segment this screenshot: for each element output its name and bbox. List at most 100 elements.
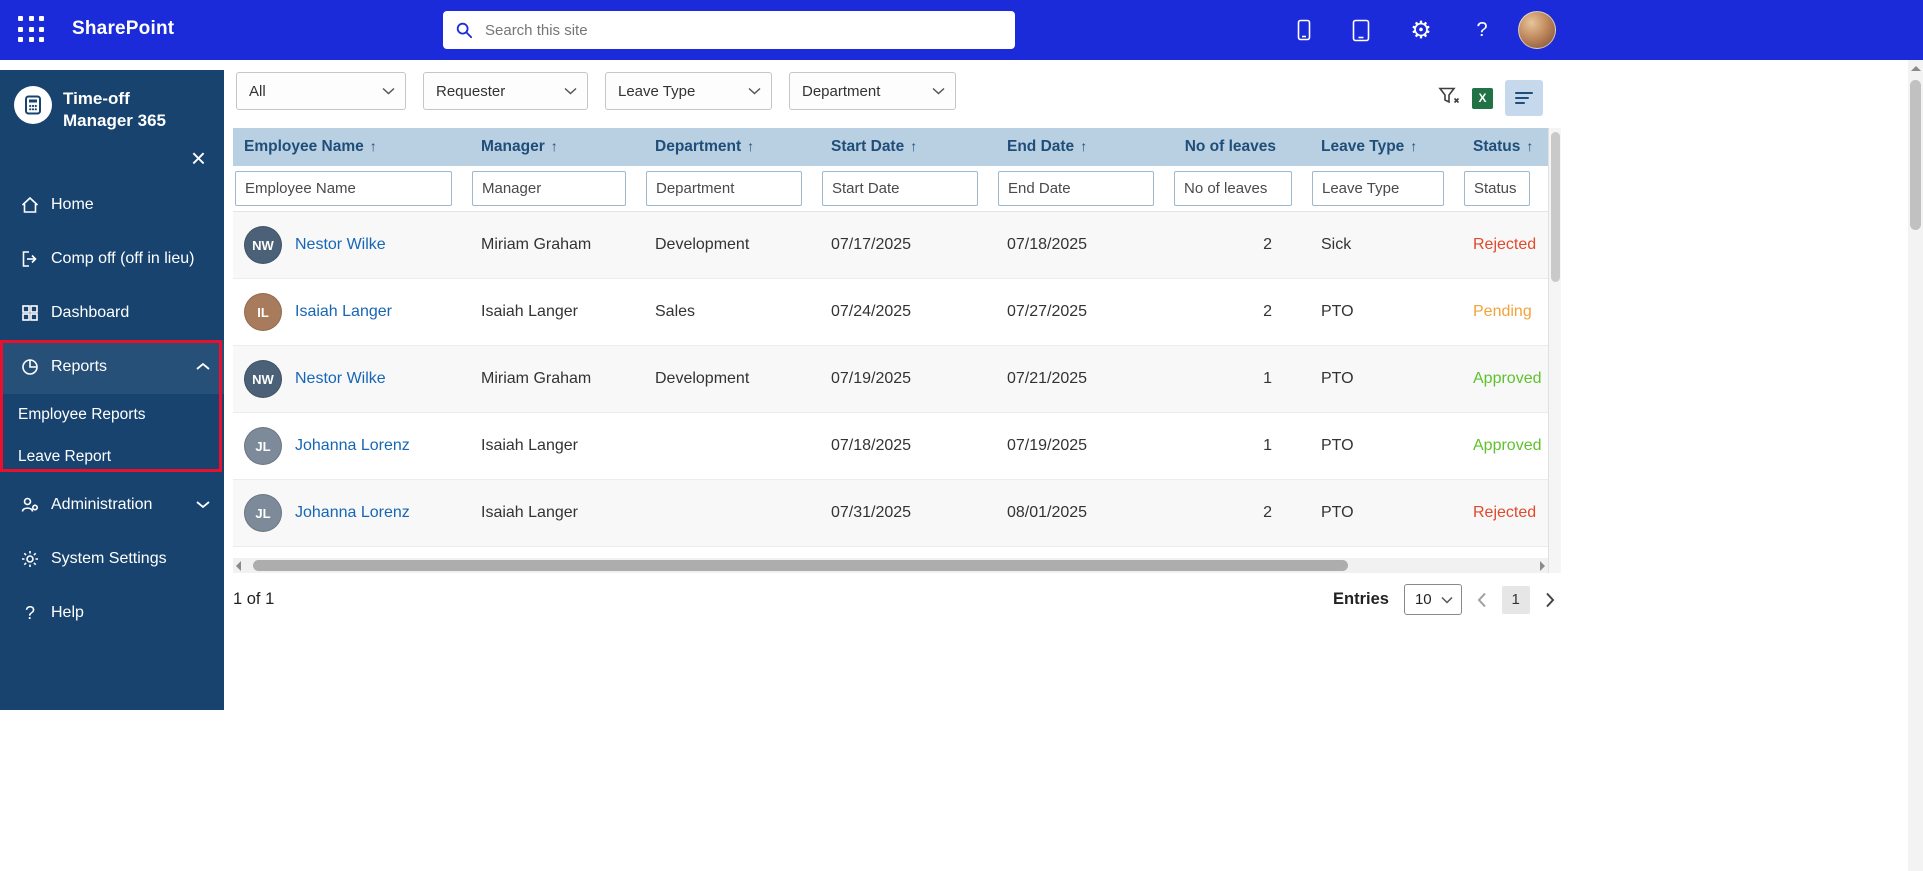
employee-name-link[interactable]: Johanna Lorenz bbox=[295, 504, 410, 522]
sidebar-item-employee-reports[interactable]: Employee Reports bbox=[0, 394, 224, 436]
requester-dropdown[interactable]: Requester bbox=[423, 72, 588, 110]
horizontal-scrollbar[interactable] bbox=[233, 558, 1548, 573]
export-excel-icon[interactable]: X bbox=[1472, 88, 1493, 109]
employee-name-link[interactable]: Johanna Lorenz bbox=[295, 437, 410, 455]
employee-avatar: JL bbox=[244, 494, 282, 532]
column-header-manager[interactable]: Manager↑ bbox=[470, 138, 644, 156]
sort-asc-icon: ↑ bbox=[1526, 138, 1533, 154]
leave-type-dropdown-value: Leave Type bbox=[618, 83, 695, 100]
chevron-down-icon bbox=[748, 87, 761, 95]
view-dropdown-value: All bbox=[249, 83, 266, 100]
department-dropdown[interactable]: Department bbox=[789, 72, 956, 110]
window-vertical-scrollbar-thumb[interactable] bbox=[1910, 80, 1921, 230]
chevron-down-icon bbox=[932, 87, 945, 95]
column-header-end-date[interactable]: End Date↑ bbox=[996, 138, 1172, 156]
sidebar-item-dashboard[interactable]: Dashboard bbox=[0, 286, 224, 340]
column-header-leave-type[interactable]: Leave Type↑ bbox=[1310, 138, 1462, 156]
view-dropdown[interactable]: All bbox=[236, 72, 406, 110]
app-launcher-waffle-icon[interactable] bbox=[18, 16, 46, 44]
employee-name-link[interactable]: Nestor Wilke bbox=[295, 236, 386, 254]
start-date-cell: 07/18/2025 bbox=[820, 437, 996, 455]
no-of-leaves-filter-input[interactable] bbox=[1174, 171, 1292, 206]
window-vertical-scrollbar[interactable] bbox=[1908, 60, 1923, 871]
employee-name-link[interactable]: Isaiah Langer bbox=[295, 303, 392, 321]
employee-avatar: JL bbox=[244, 427, 282, 465]
no-of-leaves-cell: 2 bbox=[1172, 303, 1310, 321]
start-date-filter-input[interactable] bbox=[822, 171, 978, 206]
sidebar-item-system-settings[interactable]: System Settings bbox=[0, 532, 224, 586]
device-phone-icon[interactable] bbox=[1290, 0, 1318, 60]
avatar-initials: NW bbox=[252, 238, 274, 253]
sidebar-item-comp-off[interactable]: Comp off (off in lieu) bbox=[0, 232, 224, 286]
sidebar-item-reports[interactable]: Reports bbox=[0, 340, 224, 394]
sidebar-item-administration[interactable]: Administration bbox=[0, 478, 224, 532]
end-date-cell: 08/01/2025 bbox=[996, 504, 1172, 522]
list-vertical-scrollbar[interactable] bbox=[1548, 128, 1561, 573]
department-cell: Development bbox=[644, 370, 820, 388]
department-filter-input[interactable] bbox=[646, 171, 802, 206]
question-icon: ? bbox=[20, 603, 40, 623]
status-filter-input[interactable] bbox=[1464, 171, 1530, 206]
employee-avatar: IL bbox=[244, 293, 282, 331]
app-title-line2: Manager 365 bbox=[63, 110, 166, 132]
horizontal-scrollbar-thumb[interactable] bbox=[253, 560, 1348, 571]
sidebar-item-label: System Settings bbox=[51, 550, 167, 568]
current-page-button[interactable]: 1 bbox=[1502, 586, 1530, 614]
list-vertical-scrollbar-thumb[interactable] bbox=[1551, 132, 1560, 282]
chevron-up-icon bbox=[196, 358, 210, 376]
clear-filter-icon[interactable] bbox=[1438, 86, 1460, 111]
sign-out-icon bbox=[20, 249, 40, 269]
employee-name-filter-input[interactable] bbox=[235, 171, 452, 206]
column-header-status[interactable]: Status↑ bbox=[1462, 138, 1548, 156]
chevron-down-icon bbox=[196, 496, 210, 514]
employee-name-link[interactable]: Nestor Wilke bbox=[295, 370, 386, 388]
search-input[interactable] bbox=[483, 21, 1003, 40]
leave-type-cell: PTO bbox=[1310, 437, 1462, 455]
next-page-icon[interactable] bbox=[1545, 592, 1555, 608]
leave-type-dropdown[interactable]: Leave Type bbox=[605, 72, 772, 110]
settings-gear-icon[interactable]: ⚙ bbox=[1404, 0, 1438, 60]
scroll-up-arrow-icon[interactable] bbox=[1911, 66, 1921, 71]
start-date-cell: 07/17/2025 bbox=[820, 236, 996, 254]
scroll-left-arrow-icon[interactable] bbox=[236, 561, 241, 571]
help-icon[interactable]: ? bbox=[1468, 0, 1496, 60]
manager-filter-input[interactable] bbox=[472, 171, 626, 206]
column-header-employee-name[interactable]: Employee Name↑ bbox=[233, 138, 470, 156]
chevron-down-icon bbox=[564, 87, 577, 95]
avatar-initials: NW bbox=[252, 372, 274, 387]
sort-asc-icon: ↑ bbox=[551, 138, 558, 154]
device-tablet-icon[interactable] bbox=[1346, 0, 1376, 60]
sidebar-item-home[interactable]: Home bbox=[0, 178, 224, 232]
no-of-leaves-filter-input-end[interactable] bbox=[998, 171, 1154, 206]
sort-asc-icon: ↑ bbox=[370, 138, 377, 154]
column-header-department[interactable]: Department↑ bbox=[644, 138, 820, 156]
leave-type-cell: PTO bbox=[1310, 370, 1462, 388]
status-cell: Rejected bbox=[1462, 504, 1548, 522]
page-info-text: 1 of 1 bbox=[233, 590, 274, 609]
status-cell: Rejected bbox=[1462, 236, 1548, 254]
entries-per-page-dropdown[interactable]: 10 bbox=[1404, 584, 1462, 615]
leave-type-filter-input[interactable] bbox=[1312, 171, 1444, 206]
user-avatar[interactable] bbox=[1518, 11, 1556, 49]
column-header-no-of-leaves[interactable]: No of leaves bbox=[1172, 138, 1310, 156]
column-header-start-date[interactable]: Start Date↑ bbox=[820, 138, 996, 156]
sidebar-item-help[interactable]: ? Help bbox=[0, 586, 224, 640]
view-options-button[interactable] bbox=[1505, 80, 1543, 116]
table-actions: X bbox=[1438, 80, 1543, 116]
start-date-cell: 07/31/2025 bbox=[820, 504, 996, 522]
status-badge: Approved bbox=[1473, 437, 1542, 454]
no-of-leaves-cell: 2 bbox=[1172, 504, 1310, 522]
manager-cell: Isaiah Langer bbox=[470, 504, 644, 522]
sharepoint-logo-text[interactable]: SharePoint bbox=[72, 18, 174, 40]
sort-asc-icon: ↑ bbox=[1410, 138, 1417, 154]
table-header-row: Employee Name↑ Manager↑ Department↑ Star… bbox=[233, 128, 1548, 166]
previous-page-icon[interactable] bbox=[1477, 592, 1487, 608]
home-icon bbox=[20, 195, 40, 215]
site-search-box[interactable] bbox=[443, 11, 1015, 49]
sidebar-item-leave-report[interactable]: Leave Report bbox=[0, 436, 224, 478]
sidebar-close-icon[interactable]: × bbox=[191, 148, 206, 168]
manager-cell: Miriam Graham bbox=[470, 236, 644, 254]
table-row: NW Nestor Wilke Miriam Graham Developmen… bbox=[233, 346, 1548, 413]
scroll-right-arrow-icon[interactable] bbox=[1540, 561, 1545, 571]
status-badge: Approved bbox=[1473, 370, 1542, 387]
